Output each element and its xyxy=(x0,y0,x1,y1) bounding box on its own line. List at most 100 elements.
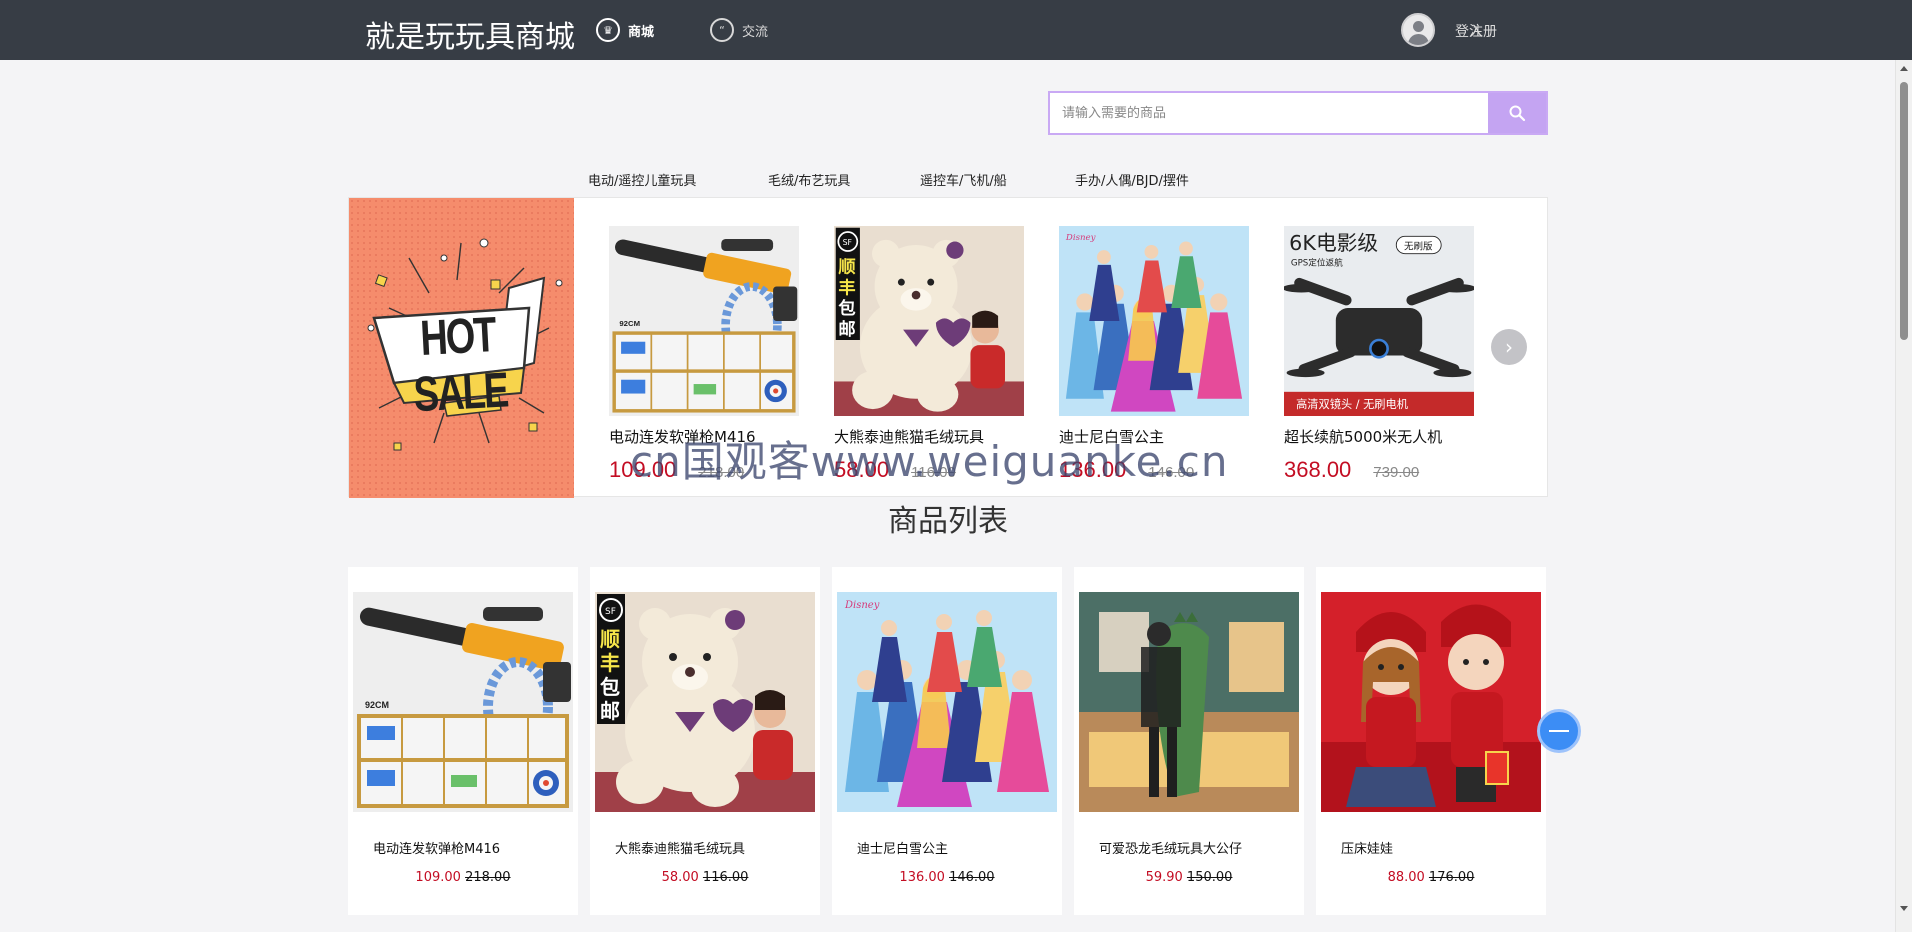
search-icon xyxy=(1509,105,1526,122)
product-image[interactable] xyxy=(1079,592,1299,812)
search-input[interactable] xyxy=(1050,93,1488,133)
category-plush-toys[interactable]: 毛绒/布艺玩具 xyxy=(768,170,850,189)
product-old-price: 176.00 xyxy=(1428,870,1475,885)
drone-title: 6K电影级 xyxy=(1289,231,1378,255)
nav-mall-link[interactable]: ♛ 商城 xyxy=(596,18,654,42)
product-name[interactable]: 压床娃娃 xyxy=(1341,838,1393,857)
hot-item-price-row: 136.00 146.00 xyxy=(1059,457,1249,483)
scroll-thumb[interactable] xyxy=(1900,82,1908,340)
product-name[interactable]: 大熊泰迪熊猫毛绒玩具 xyxy=(615,838,745,857)
page-scrollbar[interactable] xyxy=(1895,60,1912,932)
scroll-up-arrow-icon[interactable] xyxy=(1900,66,1908,71)
product-image[interactable] xyxy=(1321,592,1541,812)
crown-icon: ♛ xyxy=(596,18,620,42)
register-link[interactable]: 注册 xyxy=(1469,21,1497,41)
product-price: 109.00 xyxy=(415,870,461,885)
category-figures[interactable]: 手办/人偶/BJD/摆件 xyxy=(1075,170,1189,189)
chevron-right-icon: › xyxy=(1505,335,1513,359)
hot-item[interactable]: 92CM 电动连发软弹枪M416 109.00 218.00 xyxy=(609,226,799,483)
hot-sale-panel: HOT SALE 92CM 电动连发软弹枪M416 109.00 218.00 … xyxy=(348,197,1548,498)
drone-footer: 高清双镜头 / 无刷电机 xyxy=(1296,397,1408,411)
site-brand[interactable]: 就是玩玩具商城 xyxy=(365,12,575,56)
sf-char-1: 顺 xyxy=(600,627,620,651)
product-name[interactable]: 迪士尼白雪公主 xyxy=(857,838,948,857)
drone-badge: 无刷版 xyxy=(1404,240,1433,252)
nav-chat-label: 交流 xyxy=(742,24,769,40)
search-button[interactable] xyxy=(1488,93,1546,133)
carousel-next-button[interactable]: › xyxy=(1491,329,1527,365)
princess-dolls-image: Disney xyxy=(837,592,1057,812)
product-card[interactable]: 可爱恐龙毛绒玩具大公仔 59.90 150.00 xyxy=(1074,567,1304,915)
nav-mall-label: 商城 xyxy=(628,24,655,40)
avatar[interactable] xyxy=(1401,13,1435,47)
hot-sale-text: HOT SALE xyxy=(412,308,509,423)
product-card[interactable]: 92CM 电动连发软弹枪M416 109.00 218.00 xyxy=(348,567,578,915)
search-bar xyxy=(1048,91,1548,135)
hot-item-image[interactable]: Disney xyxy=(1059,226,1249,416)
gun-size-label: 92CM xyxy=(365,700,389,710)
chat-icon: “ xyxy=(710,18,734,42)
hot-item-price: 58.00 xyxy=(834,457,890,482)
teddy-bear-image: SF 顺 丰 包 邮 xyxy=(595,592,815,812)
hot-item-price: 109.00 xyxy=(609,457,677,482)
sf-char-3: 包 xyxy=(600,675,620,699)
hot-item[interactable]: 6K电影级 无刷版 GPS定位返航 高清双镜头 / 无刷电机 超长续航5000米… xyxy=(1282,226,1476,483)
product-price: 136.00 xyxy=(899,870,945,885)
sf-char-4: 邮 xyxy=(838,319,855,340)
product-price-row: 58.00 116.00 xyxy=(590,870,820,885)
top-navbar: 就是玩玩具商城 ♛ 商城 “ 交流 登入 注册 xyxy=(0,0,1912,60)
hot-item[interactable]: SF 顺 丰 包 邮 大熊泰迪熊猫毛绒玩具 58.00 116.00 xyxy=(834,226,1024,483)
hot-sale-banner: HOT SALE xyxy=(349,198,574,498)
scroll-down-arrow-icon[interactable] xyxy=(1900,906,1908,911)
svg-text:Disney: Disney xyxy=(844,600,880,611)
product-image[interactable]: SF 顺 丰 包 邮 xyxy=(595,592,815,812)
product-name[interactable]: 可爱恐龙毛绒玩具大公仔 xyxy=(1099,838,1242,857)
hot-item-image[interactable]: 92CM xyxy=(609,226,799,416)
product-old-price: 146.00 xyxy=(949,870,995,885)
product-name[interactable]: 电动连发软弹枪M416 xyxy=(373,838,500,857)
toy-gun-image: 92CM xyxy=(353,592,573,812)
hot-item-image[interactable]: 6K电影级 无刷版 GPS定位返航 高清双镜头 / 无刷电机 xyxy=(1282,226,1476,416)
gun-size-label: 92CM xyxy=(619,319,640,328)
product-card[interactable]: SF 顺 丰 包 邮 大熊泰迪熊猫毛绒玩具 58.00 116.00 xyxy=(590,567,820,915)
product-price: 59.90 xyxy=(1145,870,1183,885)
product-price-row: 88.00 176.00 xyxy=(1316,870,1546,885)
hot-item-name[interactable]: 迪士尼白雪公主 xyxy=(1059,426,1249,447)
sf-char-1: 顺 xyxy=(838,258,855,278)
category-rc-vehicles[interactable]: 遥控车/飞机/船 xyxy=(920,170,1007,189)
svg-text:Disney: Disney xyxy=(1065,233,1096,243)
hot-item-old-price: 739.00 xyxy=(1373,464,1420,481)
category-nav: 电动/遥控儿童玩具 毛绒/布艺玩具 遥控车/飞机/船 手办/人偶/BJD/摆件 xyxy=(0,170,1912,190)
hot-item-price-row: 58.00 116.00 xyxy=(834,457,1024,483)
product-price-row: 59.90 150.00 xyxy=(1074,870,1304,885)
svg-text:SF: SF xyxy=(605,607,616,617)
dinosaur-plush-image xyxy=(1079,592,1299,812)
floating-action-button[interactable] xyxy=(1537,709,1581,753)
category-electric-toys[interactable]: 电动/遥控儿童玩具 xyxy=(588,170,696,189)
product-old-price: 218.00 xyxy=(465,870,511,885)
princess-dolls-image: Disney xyxy=(1059,226,1249,416)
sf-char-2: 丰 xyxy=(600,651,620,675)
hot-item-name[interactable]: 大熊泰迪熊猫毛绒玩具 xyxy=(834,426,1024,447)
section-title: 商品列表 xyxy=(888,504,1008,539)
product-card[interactable]: 压床娃娃 88.00 176.00 xyxy=(1316,567,1546,915)
nav-chat-link[interactable]: “ 交流 xyxy=(710,18,768,42)
sf-char-3: 包 xyxy=(838,298,855,319)
drone-subtitle: GPS定位返航 xyxy=(1291,257,1343,269)
product-old-price: 116.00 xyxy=(702,870,749,885)
hot-item[interactable]: Disney 迪士尼白雪公主 136.00 146.00 xyxy=(1059,226,1249,483)
hot-item-price-row: 368.00 739.00 xyxy=(1284,457,1474,483)
hot-item-price: 368.00 xyxy=(1284,457,1352,482)
hot-item-name[interactable]: 超长续航5000米无人机 xyxy=(1284,426,1474,447)
product-image[interactable]: Disney xyxy=(837,592,1057,812)
drone-image: 6K电影级 无刷版 GPS定位返航 高清双镜头 / 无刷电机 xyxy=(1282,226,1476,416)
hot-item-name[interactable]: 电动连发软弹枪M416 xyxy=(609,426,799,447)
hot-item-old-price: 146.00 xyxy=(1148,464,1195,481)
hot-item-price: 136.00 xyxy=(1059,457,1127,482)
product-image[interactable]: 92CM xyxy=(353,592,573,812)
product-price-row: 109.00 218.00 xyxy=(348,870,578,885)
product-card[interactable]: Disney 迪士尼白雪公主 136.00 146.00 xyxy=(832,567,1062,915)
toy-gun-image: 92CM xyxy=(609,226,799,416)
hot-item-old-price: 218.00 xyxy=(698,464,745,481)
hot-item-image[interactable]: SF 顺 丰 包 邮 xyxy=(834,226,1024,416)
